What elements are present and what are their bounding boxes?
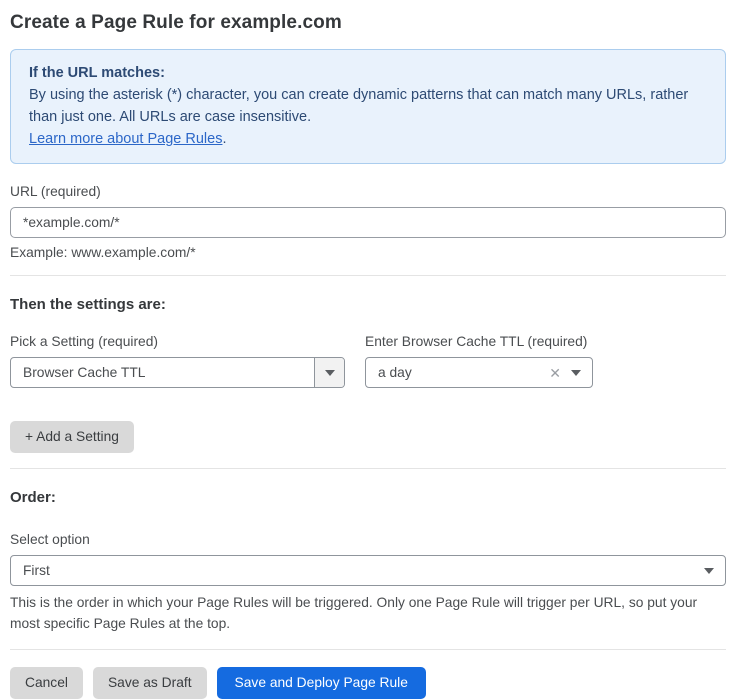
pick-setting-column: Pick a Setting (required) Browser Cache …	[10, 334, 345, 388]
chevron-down-icon	[571, 370, 581, 376]
cancel-button[interactable]: Cancel	[10, 667, 83, 699]
order-select-value: First	[11, 563, 704, 578]
settings-row: Pick a Setting (required) Browser Cache …	[10, 334, 726, 388]
pick-setting-dropdown-button[interactable]	[314, 358, 344, 387]
chevron-down-icon	[325, 370, 335, 376]
info-box-body: By using the asterisk (*) character, you…	[29, 84, 707, 128]
link-suffix: .	[222, 131, 226, 147]
url-input[interactable]	[10, 207, 726, 238]
ttl-label: Enter Browser Cache TTL (required)	[365, 334, 593, 349]
url-match-info-box: If the URL matches: By using the asteris…	[10, 49, 726, 164]
ttl-column: Enter Browser Cache TTL (required) a day…	[365, 334, 593, 388]
save-and-deploy-button[interactable]: Save and Deploy Page Rule	[217, 667, 426, 699]
order-help-text: This is the order in which your Page Rul…	[10, 592, 726, 634]
order-select-label: Select option	[10, 532, 726, 547]
ttl-value: a day	[366, 365, 545, 380]
order-section-heading: Order:	[10, 489, 726, 506]
info-box-link-line: Learn more about Page Rules.	[29, 128, 707, 150]
url-field-label: URL (required)	[10, 184, 726, 199]
pick-setting-value: Browser Cache TTL	[11, 365, 314, 380]
order-dropdown-button[interactable]	[704, 568, 725, 574]
footer-button-row: Cancel Save as Draft Save and Deploy Pag…	[10, 667, 726, 699]
page-title: Create a Page Rule for example.com	[10, 12, 726, 34]
learn-more-link[interactable]: Learn more about Page Rules	[29, 131, 222, 147]
order-select[interactable]: First	[10, 555, 726, 586]
divider	[10, 275, 726, 276]
ttl-select[interactable]: a day ✕	[365, 357, 593, 388]
divider	[10, 468, 726, 469]
add-setting-button[interactable]: + Add a Setting	[10, 421, 134, 453]
save-as-draft-button[interactable]: Save as Draft	[93, 667, 207, 699]
pick-setting-select[interactable]: Browser Cache TTL	[10, 357, 345, 388]
info-box-heading: If the URL matches:	[29, 62, 707, 84]
divider	[10, 649, 726, 650]
url-example-text: Example: www.example.com/*	[10, 245, 726, 260]
chevron-down-icon	[704, 568, 714, 574]
pick-setting-label: Pick a Setting (required)	[10, 334, 345, 349]
clear-icon[interactable]: ✕	[545, 366, 571, 380]
settings-section-heading: Then the settings are:	[10, 296, 726, 313]
ttl-dropdown-button[interactable]	[571, 370, 592, 376]
